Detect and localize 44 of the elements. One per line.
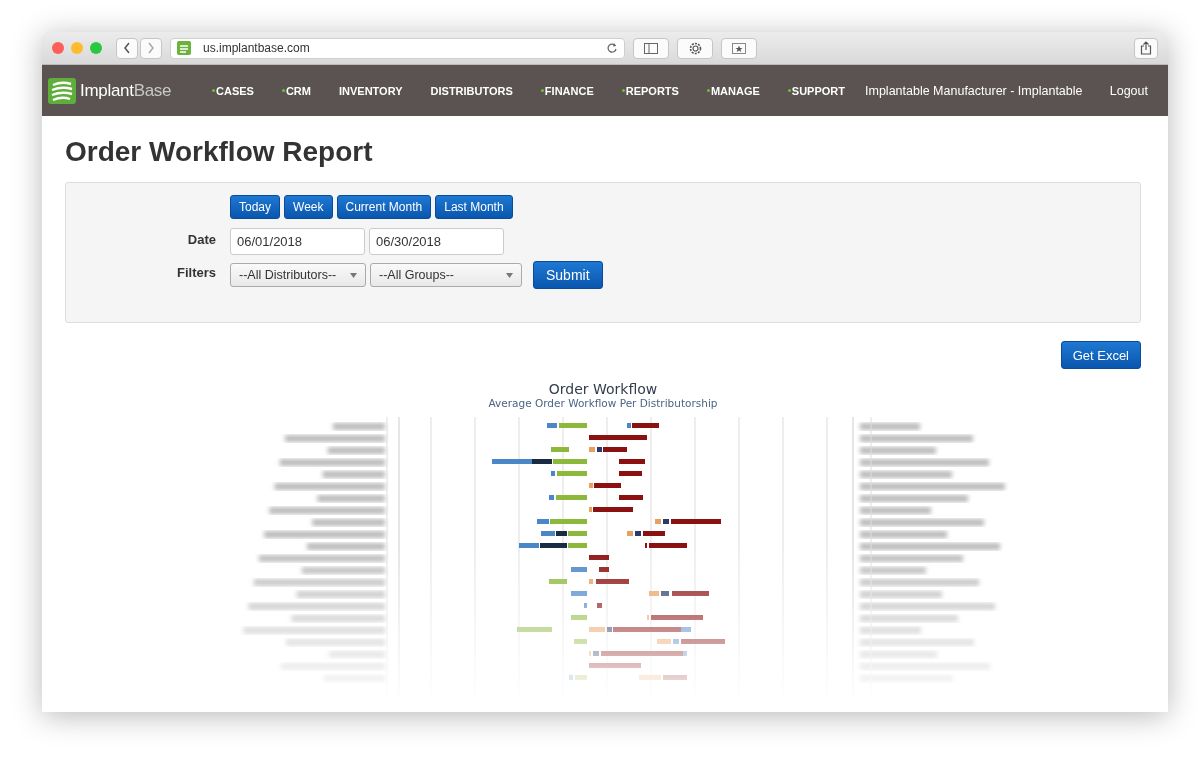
chart-title: Order Workflow <box>548 381 658 397</box>
share-button[interactable] <box>1134 37 1158 59</box>
logo-text[interactable]: ImplantBase <box>80 80 172 101</box>
nav-link[interactable]: INVENTORY <box>324 84 417 97</box>
back-button[interactable] <box>116 37 138 59</box>
logout-link[interactable]: Logout <box>1109 83 1148 98</box>
date-range-button[interactable]: Week <box>284 195 333 219</box>
nav-link[interactable]: CASES <box>198 84 268 97</box>
start-date-field[interactable]: 06/01/2018 <box>230 228 365 255</box>
date-range-button[interactable]: Current Month <box>336 195 432 219</box>
nav-link[interactable]: DISTRIBUTORS <box>416 84 527 97</box>
address-bar[interactable]: us.implantbase.com <box>170 37 625 59</box>
end-date-field[interactable]: 06/30/2018 <box>369 228 504 255</box>
nav-link[interactable]: SUPPORT <box>773 84 859 97</box>
url-text: us.implantbase.com <box>203 41 311 55</box>
nav-link[interactable]: MANAGE <box>692 84 774 97</box>
reload-icon[interactable] <box>606 42 618 54</box>
nav-link[interactable]: REPORTS <box>607 84 693 97</box>
bookmark-button[interactable] <box>721 37 757 59</box>
sidebar-button[interactable] <box>633 37 669 59</box>
chevron-left-icon <box>123 42 131 54</box>
nav-link[interactable]: CRM <box>267 84 325 97</box>
settings-icon <box>687 40 703 56</box>
site-favicon-icon <box>177 41 191 55</box>
group-dropdown[interactable]: --All Groups-- <box>370 263 522 287</box>
chart-subtitle: Average Order Workflow Per Distributorship <box>488 397 718 409</box>
account-link[interactable]: Implantable Manufacturer - Implantable <box>865 83 1083 98</box>
date-range-button[interactable]: Today <box>230 195 281 219</box>
date-label: Date <box>186 231 216 247</box>
page-title: Order Workflow Report <box>65 136 374 168</box>
get-excel-button[interactable]: Get Excel <box>1060 341 1141 369</box>
share-icon <box>1140 41 1152 55</box>
nav-link[interactable]: FINANCE <box>526 84 608 97</box>
filters-label: Filters <box>176 264 216 280</box>
settings-button[interactable] <box>677 37 713 59</box>
sidebar-icon <box>644 42 658 54</box>
dropdown-caret-icon <box>506 272 513 278</box>
distributor-dropdown[interactable]: --All Distributors-- <box>230 263 366 287</box>
dropdown-caret-icon <box>350 272 357 278</box>
date-range-button[interactable]: Last Month <box>435 195 513 219</box>
submit-button[interactable]: Submit <box>533 261 603 289</box>
star-icon <box>732 42 746 54</box>
logo-icon <box>48 77 76 104</box>
chevron-right-icon <box>147 42 155 54</box>
